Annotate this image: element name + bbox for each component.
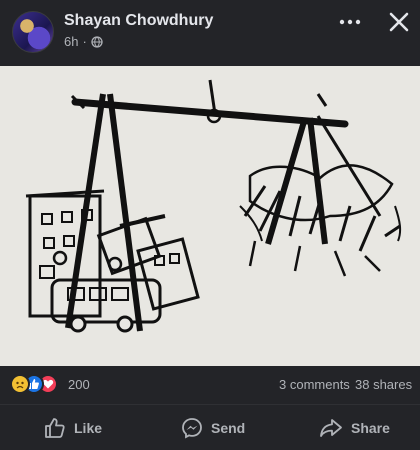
- share-label: Share: [351, 420, 390, 436]
- reaction-count[interactable]: 200: [68, 377, 90, 392]
- hand-drawn-scale-image: [0, 66, 420, 366]
- avatar[interactable]: [12, 11, 54, 53]
- send-button[interactable]: Send: [181, 413, 245, 443]
- like-label: Like: [74, 420, 103, 436]
- more-options-button[interactable]: [336, 8, 364, 36]
- close-button[interactable]: [385, 8, 413, 36]
- share-icon: [320, 419, 342, 437]
- globe-icon: [91, 35, 103, 48]
- send-label: Send: [211, 420, 246, 436]
- author-name[interactable]: Shayan Chowdhury: [64, 12, 213, 30]
- post-header: Shayan Chowdhury 6h ·: [0, 0, 420, 66]
- comments-count[interactable]: 3 comments: [279, 377, 350, 392]
- shares-count[interactable]: 38 shares: [355, 377, 412, 392]
- messenger-icon: [182, 418, 202, 439]
- meta-separator: ·: [82, 34, 87, 49]
- close-icon: [389, 12, 409, 32]
- post-actions: Like Send Share: [0, 404, 420, 450]
- more-options-icon: [339, 19, 361, 25]
- sad-reaction-icon: [10, 374, 30, 394]
- post-photo[interactable]: [0, 66, 420, 366]
- post-stats: 200 3 comments 38 shares: [0, 366, 420, 404]
- like-button[interactable]: Like: [44, 413, 102, 443]
- post-time[interactable]: 6h: [64, 34, 78, 49]
- share-button[interactable]: Share: [319, 413, 390, 443]
- post-meta: 6h ·: [64, 34, 103, 49]
- reaction-icons[interactable]: [10, 374, 58, 394]
- like-icon: [45, 418, 65, 438]
